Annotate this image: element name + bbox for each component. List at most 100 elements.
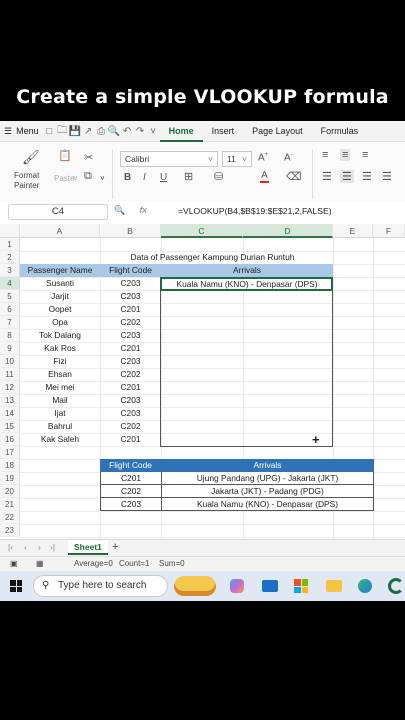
format-painter-button[interactable]: Format Painter bbox=[14, 171, 54, 191]
tab-home[interactable]: Home bbox=[159, 121, 203, 142]
lookup-route-cell[interactable]: Kuala Namu (KNO) - Denpasar (DPS) bbox=[161, 498, 374, 511]
file-explorer-icon[interactable] bbox=[326, 580, 342, 592]
passenger-name-cell[interactable]: Bahrul bbox=[20, 420, 100, 433]
row-header[interactable]: 13 bbox=[0, 394, 20, 407]
row-header[interactable]: 5 bbox=[0, 290, 20, 303]
export-icon[interactable]: ↗ bbox=[82, 126, 95, 137]
format-painter-icon[interactable]: 🖌 bbox=[22, 149, 40, 166]
row-header[interactable]: 4 bbox=[0, 277, 20, 290]
passenger-name-cell[interactable]: Tok Dalang bbox=[20, 329, 100, 342]
borders-icon[interactable]: ⊞ bbox=[184, 170, 193, 183]
font-size-select[interactable]: 11 ˅ bbox=[222, 151, 252, 167]
underline-icon[interactable]: U bbox=[160, 172, 167, 183]
column-header-c[interactable]: C bbox=[161, 224, 243, 238]
passenger-name-cell[interactable]: Ijat bbox=[20, 407, 100, 420]
flight-code-cell[interactable]: C201 bbox=[100, 342, 161, 355]
align-middle-icon[interactable]: ≡ bbox=[340, 149, 351, 161]
copy-dropdown-icon[interactable]: ˅ bbox=[100, 174, 105, 183]
store-icon[interactable] bbox=[294, 579, 308, 593]
sheet-title[interactable]: Data of Passenger Kampung Durian Runtuh bbox=[20, 251, 405, 264]
edge-browser-icon[interactable] bbox=[358, 579, 372, 593]
flight-code-cell[interactable]: C201 bbox=[100, 433, 161, 446]
flight-code-cell[interactable]: C202 bbox=[100, 316, 161, 329]
mail-icon[interactable] bbox=[262, 580, 278, 592]
hamburger-icon[interactable]: ☰ bbox=[0, 126, 16, 137]
decrease-font-icon[interactable]: A- bbox=[284, 152, 293, 163]
undo-icon[interactable]: ↶ bbox=[121, 126, 134, 137]
redo-icon[interactable]: ↷ bbox=[134, 126, 147, 137]
row-header[interactable]: 21 bbox=[0, 498, 20, 511]
flight-code-cell[interactable]: C202 bbox=[100, 420, 161, 433]
passenger-name-cell[interactable]: Kak Ros bbox=[20, 342, 100, 355]
column-header-d[interactable]: D bbox=[243, 224, 333, 238]
name-box[interactable]: C4 bbox=[8, 204, 108, 220]
save-icon[interactable]: 💾 bbox=[69, 126, 82, 137]
passenger-name-cell[interactable]: Jarjit bbox=[20, 290, 100, 303]
cut-icon[interactable]: ✂ bbox=[84, 151, 93, 164]
sheet-tab-sheet1[interactable]: Sheet1 bbox=[68, 540, 108, 555]
flight-code-cell[interactable]: C201 bbox=[100, 303, 161, 316]
increase-font-icon[interactable]: A+ bbox=[258, 152, 268, 163]
row-header[interactable]: 7 bbox=[0, 316, 20, 329]
passenger-name-cell[interactable]: Mei mei bbox=[20, 381, 100, 394]
lookup-code-cell[interactable]: C201 bbox=[100, 472, 162, 485]
font-color-icon[interactable]: A bbox=[260, 170, 269, 183]
flight-code-cell[interactable]: C203 bbox=[100, 277, 161, 290]
new-file-icon[interactable]: □ bbox=[43, 126, 56, 137]
status-table-icon[interactable]: ▦ bbox=[36, 559, 44, 568]
justify-icon[interactable]: ☰ bbox=[382, 170, 392, 183]
flight-code-cell[interactable]: C203 bbox=[100, 329, 161, 342]
row-header[interactable]: 19 bbox=[0, 472, 20, 485]
preview-icon[interactable]: 🔍 bbox=[108, 126, 121, 137]
status-icon[interactable]: ▣ bbox=[10, 559, 18, 568]
chevron-down-icon[interactable]: ˅ bbox=[147, 126, 160, 137]
row-header[interactable]: 2 bbox=[0, 251, 20, 264]
passenger-name-cell[interactable]: Mail bbox=[20, 394, 100, 407]
align-center-icon[interactable]: ☰ bbox=[340, 170, 354, 183]
print-icon[interactable]: ⎙ bbox=[95, 126, 108, 137]
row-header[interactable]: 22 bbox=[0, 511, 20, 524]
fill-color-icon[interactable]: ⛁ bbox=[214, 170, 223, 183]
row-header[interactable]: 12 bbox=[0, 381, 20, 394]
row-header[interactable]: 1 bbox=[0, 238, 20, 251]
row-header[interactable]: 23 bbox=[0, 524, 20, 537]
flight-code-cell[interactable]: C203 bbox=[100, 394, 161, 407]
flight-code-cell[interactable]: C203 bbox=[100, 355, 161, 368]
excel-app-icon[interactable] bbox=[388, 578, 404, 594]
column-header-b[interactable]: B bbox=[100, 224, 161, 238]
lookup-code-cell[interactable]: C202 bbox=[100, 485, 162, 498]
row-header[interactable]: 16 bbox=[0, 433, 20, 446]
last-sheet-icon[interactable]: ›| bbox=[50, 542, 55, 552]
row-header[interactable]: 18 bbox=[0, 459, 20, 472]
passenger-name-cell[interactable]: Ehsan bbox=[20, 368, 100, 381]
align-right-icon[interactable]: ☰ bbox=[362, 170, 372, 183]
align-bottom-icon[interactable]: ≡ bbox=[362, 149, 368, 161]
zoom-icon[interactable]: 🔍 bbox=[114, 205, 125, 215]
row-header[interactable]: 20 bbox=[0, 485, 20, 498]
widget-food-icon[interactable] bbox=[174, 576, 216, 596]
row-header[interactable]: 11 bbox=[0, 368, 20, 381]
formula-input[interactable]: =VLOOKUP(B4,$B$19:$E$21,2,FALSE) bbox=[178, 206, 332, 216]
row-header[interactable]: 6 bbox=[0, 303, 20, 316]
next-sheet-icon[interactable]: › bbox=[38, 542, 41, 552]
lookup-header-flight-code[interactable]: Flight Code bbox=[100, 459, 161, 472]
passenger-name-cell[interactable]: Oopet bbox=[20, 303, 100, 316]
tab-insert[interactable]: Insert bbox=[203, 121, 244, 142]
passenger-name-cell[interactable]: Opa bbox=[20, 316, 100, 329]
paste-icon[interactable]: 📋 bbox=[58, 149, 72, 162]
flight-code-cell[interactable]: C202 bbox=[100, 368, 161, 381]
taskbar-search-input[interactable]: ⚲ Type here to search bbox=[33, 575, 168, 597]
menu-button[interactable]: Menu bbox=[16, 126, 43, 136]
font-name-select[interactable]: Calibri ˅ bbox=[120, 151, 218, 167]
header-arrivals[interactable]: Arrivals bbox=[161, 264, 333, 277]
add-sheet-button[interactable]: + bbox=[112, 541, 118, 553]
copilot-icon[interactable] bbox=[230, 579, 244, 593]
row-header[interactable]: 8 bbox=[0, 329, 20, 342]
fx-button[interactable]: fx bbox=[140, 205, 147, 215]
tab-formulas[interactable]: Formulas bbox=[312, 121, 368, 142]
select-all-corner[interactable] bbox=[0, 224, 20, 238]
column-header-a[interactable]: A bbox=[20, 224, 100, 238]
lookup-route-cell[interactable]: Ujung Pandang (UPG) - Jakarta (JKT) bbox=[161, 472, 374, 485]
italic-icon[interactable]: I bbox=[143, 172, 146, 183]
column-header-e[interactable]: E bbox=[333, 224, 373, 238]
